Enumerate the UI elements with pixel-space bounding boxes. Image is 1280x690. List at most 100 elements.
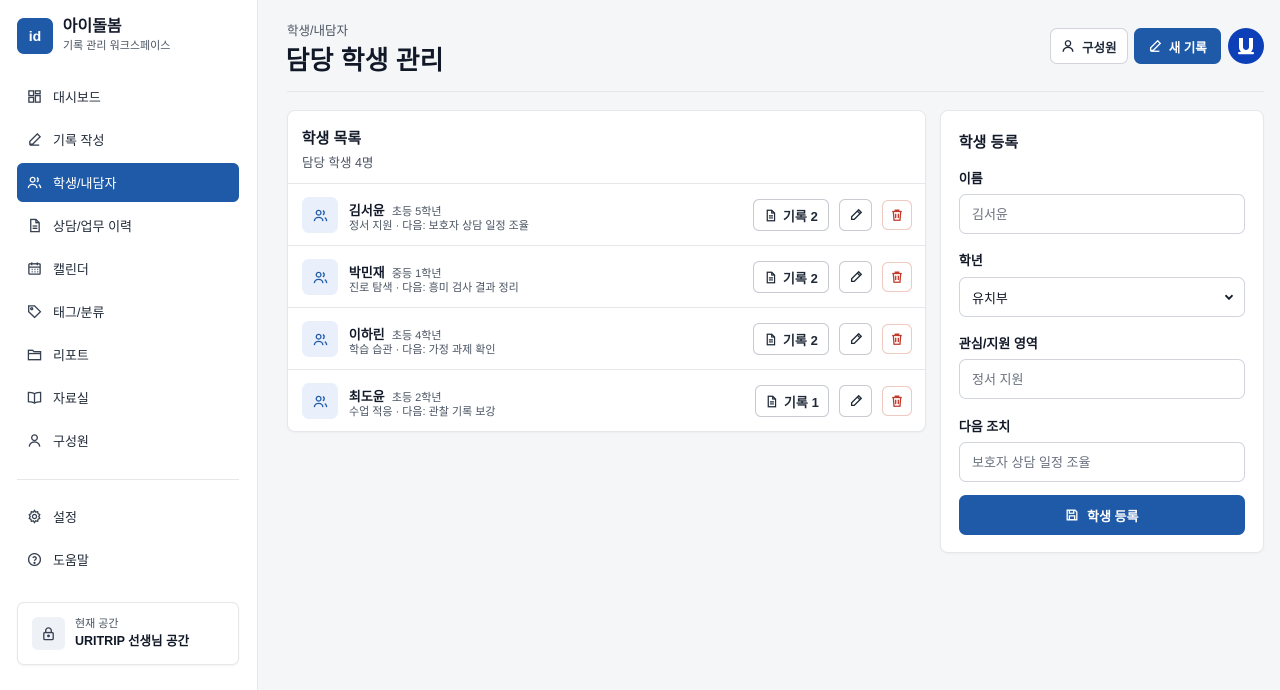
user-icon xyxy=(28,434,41,447)
table-row[interactable]: 이하린 초등 4학년 학습 습관 · 다음: 가정 과제 확인 기록 2 xyxy=(288,307,925,369)
records-button[interactable]: 기록 2 xyxy=(753,199,829,231)
document-icon xyxy=(766,209,776,221)
new-record-button[interactable]: 새 기록 xyxy=(1134,28,1221,64)
sidebar-item-members[interactable]: 구성원 xyxy=(17,421,239,460)
area-field[interactable] xyxy=(959,359,1245,399)
sidebar-item-calendar[interactable]: 캘린더 xyxy=(17,249,239,288)
grade-label: 학년 xyxy=(959,253,983,268)
pencil-icon xyxy=(850,208,862,221)
area-label: 관심/지원 영역 xyxy=(959,336,1038,351)
space-label: 현재 공간 xyxy=(75,618,119,630)
sidebar-item-dashboard[interactable]: 대시보드 xyxy=(17,77,239,116)
sidebar: id 아이돌봄 기록 관리 워크스페이스 대시보드 기록 작성 학생/내담자 상… xyxy=(0,0,258,690)
brand-name: 아이돌봄 xyxy=(63,18,122,35)
table-row[interactable]: 김서윤 초등 5학년 정서 지원 · 다음: 보호자 상담 일정 조율 기록 2 xyxy=(288,183,925,245)
student-list-title: 학생 목록 xyxy=(302,130,362,147)
space-name: URITRIP 선생님 공간 xyxy=(75,634,190,648)
sidebar-item-label: 대시보드 xyxy=(53,90,101,105)
pencil-icon xyxy=(1149,39,1162,52)
name-field[interactable] xyxy=(959,194,1245,234)
trash-icon xyxy=(892,271,902,283)
sidebar-nav: 대시보드 기록 작성 학생/내담자 상담/업무 이력 캘린더 태그/분류 리포트 xyxy=(17,77,239,464)
pencil-icon xyxy=(850,332,862,345)
table-row[interactable]: 최도윤 초등 2학년 수업 적응 · 다음: 관찰 기록 보강 기록 1 xyxy=(288,369,925,431)
sidebar-item-library[interactable]: 자료실 xyxy=(17,378,239,417)
sidebar-item-label: 구성원 xyxy=(53,434,89,449)
student-meta: 정서 지원 · 다음: 보호자 상담 일정 조율 xyxy=(349,220,529,232)
dashboard-icon xyxy=(28,90,41,103)
student-meta: 수업 적응 · 다음: 관찰 기록 보강 xyxy=(349,406,496,418)
sidebar-bottom-nav: 설정 도움말 xyxy=(17,497,239,583)
records-button-label: 기록 2 xyxy=(783,208,818,224)
brand[interactable]: id 아이돌봄 기록 관리 워크스페이스 xyxy=(17,17,170,54)
sidebar-item-label: 자료실 xyxy=(53,391,89,406)
edit-button[interactable] xyxy=(839,385,872,417)
delete-button[interactable] xyxy=(882,262,912,292)
sidebar-item-history[interactable]: 상담/업무 이력 xyxy=(17,206,239,245)
document-icon xyxy=(766,333,776,345)
delete-button[interactable] xyxy=(882,200,912,230)
pencil-icon xyxy=(29,132,42,146)
pencil-icon xyxy=(850,270,862,283)
edit-button[interactable] xyxy=(839,323,872,355)
brand-subtitle: 기록 관리 워크스페이스 xyxy=(63,40,171,52)
student-name: 최도윤 xyxy=(349,389,385,404)
table-row[interactable]: 박민재 중등 1학년 진로 탐색 · 다음: 흥미 검사 결과 정리 기록 2 xyxy=(288,245,925,307)
student-name: 김서윤 xyxy=(349,203,385,218)
current-space-card[interactable]: 현재 공간 URITRIP 선생님 공간 xyxy=(17,602,239,665)
student-name: 이하린 xyxy=(349,327,385,342)
gear-icon xyxy=(28,509,41,524)
sidebar-item-reports[interactable]: 리포트 xyxy=(17,335,239,374)
student-name: 박민재 xyxy=(349,265,385,280)
users-icon xyxy=(313,333,327,345)
book-icon xyxy=(27,391,42,404)
delete-button[interactable] xyxy=(882,386,912,416)
form-title: 학생 등록 xyxy=(959,134,1019,151)
sidebar-item-label: 학생/내담자 xyxy=(53,176,117,191)
name-label: 이름 xyxy=(959,171,983,186)
sidebar-item-write[interactable]: 기록 작성 xyxy=(17,120,239,159)
folder-icon xyxy=(27,349,42,361)
delete-button[interactable] xyxy=(882,324,912,354)
sidebar-item-help[interactable]: 도움말 xyxy=(17,540,239,579)
records-button[interactable]: 기록 2 xyxy=(753,261,829,293)
student-rows: 김서윤 초등 5학년 정서 지원 · 다음: 보호자 상담 일정 조율 기록 2 … xyxy=(288,183,925,431)
next-action-field[interactable] xyxy=(959,442,1245,482)
header-divider xyxy=(287,91,1264,92)
student-meta: 학습 습관 · 다음: 가정 과제 확인 xyxy=(349,344,496,356)
users-icon xyxy=(313,395,327,407)
sidebar-item-label: 태그/분류 xyxy=(53,305,105,320)
breadcrumb: 학생/내담자 xyxy=(287,24,348,38)
page-title: 담당 학생 관리 xyxy=(286,45,444,75)
users-icon xyxy=(313,209,327,221)
records-button[interactable]: 기록 2 xyxy=(753,323,829,355)
members-button[interactable]: 구성원 xyxy=(1050,28,1128,64)
sidebar-item-label: 설정 xyxy=(53,510,77,525)
user-icon xyxy=(1062,40,1074,52)
sidebar-item-students[interactable]: 학생/내담자 xyxy=(17,163,239,202)
lock-icon xyxy=(43,627,54,641)
register-student-button-label: 학생 등록 xyxy=(1087,508,1139,524)
grade-select[interactable]: 유치부 xyxy=(959,277,1245,317)
register-student-button[interactable]: 학생 등록 xyxy=(959,495,1245,535)
brand-logo: id xyxy=(17,17,53,54)
records-button-label: 기록 2 xyxy=(783,332,818,348)
document-icon xyxy=(30,218,40,233)
trash-icon xyxy=(892,395,902,407)
calendar-icon xyxy=(28,262,41,275)
sidebar-item-tags[interactable]: 태그/분류 xyxy=(17,292,239,331)
records-button-label: 기록 2 xyxy=(783,270,818,286)
records-button[interactable]: 기록 1 xyxy=(755,385,829,417)
student-list-card: 학생 목록 담당 학생 4명 김서윤 초등 5학년 정서 지원 · 다음: 보호자… xyxy=(287,110,926,432)
student-meta: 진로 탐색 · 다음: 흥미 검사 결과 정리 xyxy=(349,282,519,294)
users-icon xyxy=(27,176,42,189)
chevron-down-icon xyxy=(1224,294,1234,301)
tag-icon xyxy=(28,305,42,319)
document-icon xyxy=(767,395,777,407)
sidebar-item-settings[interactable]: 설정 xyxy=(17,497,239,536)
user-avatar-logo-icon xyxy=(1238,38,1254,55)
avatar[interactable] xyxy=(1228,28,1264,64)
sidebar-divider xyxy=(17,479,239,480)
edit-button[interactable] xyxy=(839,261,872,293)
edit-button[interactable] xyxy=(839,199,872,231)
